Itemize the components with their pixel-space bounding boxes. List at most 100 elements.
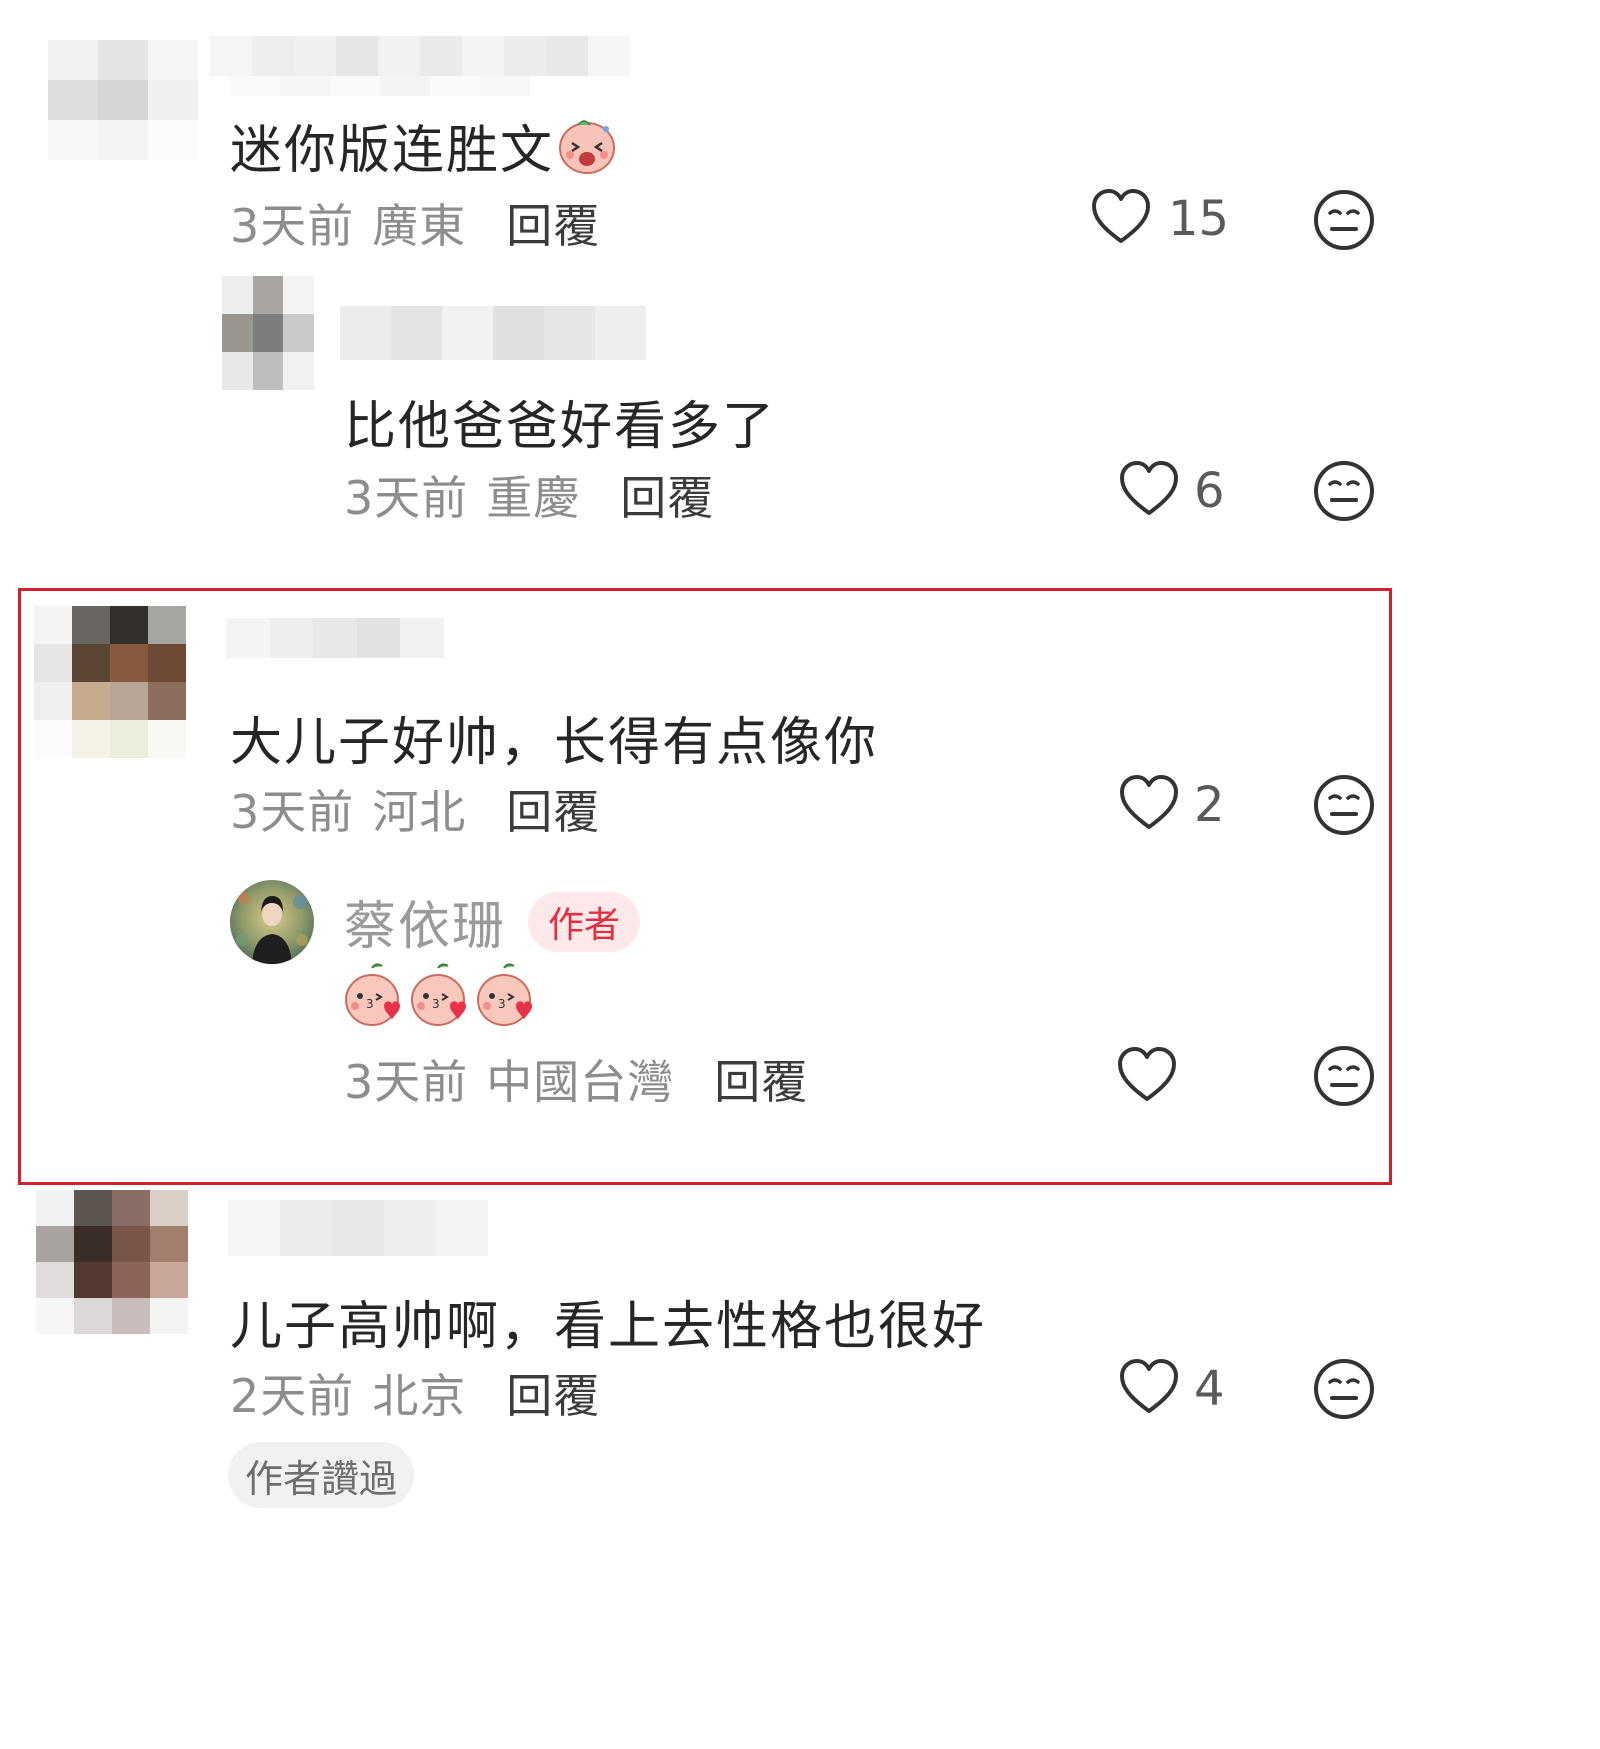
author-badge: 作者 <box>528 891 641 952</box>
sticker-kiss-icon: 3 <box>342 962 406 1028</box>
svg-text:3: 3 <box>366 997 374 1011</box>
comment-location: 北京 <box>372 1369 467 1423</box>
comment-time: 3天前 <box>344 471 469 525</box>
avatar-pixel <box>72 720 110 758</box>
reply-button[interactable]: 回覆 <box>714 1046 808 1112</box>
comment-meta: 3天前 中國台灣 回覆 <box>344 1046 808 1112</box>
comment-time: 3天前 <box>344 1055 469 1109</box>
svg-text:3: 3 <box>498 997 506 1011</box>
avatar[interactable] <box>34 606 186 758</box>
avatar-pixel <box>74 1262 112 1298</box>
dislike-button[interactable] <box>1312 1357 1376 1425</box>
avatar-pixel <box>112 1298 150 1334</box>
like-button[interactable]: 2 <box>1118 774 1225 836</box>
reply-stickers: 3 3 3 <box>342 962 538 1028</box>
avatar-pixel <box>36 1190 74 1226</box>
avatar-pixel <box>283 276 314 314</box>
dislike-button[interactable] <box>1312 773 1376 841</box>
avatar-pixel <box>150 1298 188 1334</box>
avatar-pixel <box>222 352 253 390</box>
avatar-pixel <box>222 276 253 314</box>
like-count: 4 <box>1194 1361 1225 1417</box>
avatar-pixel <box>110 720 148 758</box>
like-button[interactable]: 4 <box>1118 1358 1225 1420</box>
heart-outline-icon <box>1118 460 1180 522</box>
avatar-pixel <box>150 1262 188 1298</box>
avatar-pixel <box>34 720 72 758</box>
avatar-pixel <box>148 720 186 758</box>
author-avatar[interactable] <box>230 880 314 964</box>
svg-text:3: 3 <box>432 997 440 1011</box>
avatar-pixel <box>283 352 314 390</box>
avatar-pixel <box>150 1190 188 1226</box>
avatar-pixel <box>36 1226 74 1262</box>
heart-outline-icon <box>1118 1358 1180 1420</box>
dislike-button[interactable] <box>1312 459 1376 527</box>
comment-meta: 3天前 廣東 回覆 <box>230 190 600 256</box>
avatar-pixel <box>74 1190 112 1226</box>
avatar-pixel <box>112 1226 150 1262</box>
avatar-pixel <box>98 80 148 120</box>
username-blurred[interactable] <box>340 306 646 360</box>
comment-time: 3天前 <box>230 199 355 253</box>
heart-outline-icon <box>1090 188 1152 250</box>
reply-button[interactable]: 回覆 <box>506 190 600 256</box>
meh-face-icon <box>1312 190 1376 256</box>
comment-location: 河北 <box>372 785 467 839</box>
avatar-pixel <box>148 644 186 682</box>
avatar-pixel <box>148 120 198 160</box>
reply-button[interactable]: 回覆 <box>620 462 714 528</box>
username-blurred[interactable] <box>226 618 444 658</box>
comment-body: 迷你版连胜文 <box>230 108 618 183</box>
like-count: 2 <box>1194 777 1225 833</box>
avatar-pixel <box>252 314 284 352</box>
comment-text: 大儿子好帅，长得有点像你 <box>230 713 879 773</box>
avatar-pixel <box>222 314 253 352</box>
comment-text: 儿子高帅啊，看上去性格也很好 <box>230 1297 987 1357</box>
sticker-kiss-icon: 3 <box>474 962 538 1028</box>
avatar-pixel <box>72 644 110 682</box>
sticker-kiss-icon: 3 <box>408 962 472 1028</box>
reply-button[interactable]: 回覆 <box>506 776 600 842</box>
username-blurred[interactable] <box>210 36 630 76</box>
avatar-pixel <box>48 120 98 160</box>
avatar[interactable] <box>48 40 198 160</box>
heart-outline-icon <box>1118 774 1180 836</box>
avatar-pixel <box>110 606 148 644</box>
avatar-pixel <box>48 80 98 120</box>
avatar-pixel <box>148 80 198 120</box>
sticker-blushing-face-icon <box>556 115 618 177</box>
author-liked-chip: 作者讚過 <box>228 1442 414 1508</box>
comment-meta: 3天前 河北 回覆 <box>230 776 600 842</box>
username-blurred[interactable] <box>228 1200 488 1256</box>
like-button[interactable]: 6 <box>1118 460 1225 522</box>
like-count: 6 <box>1194 463 1225 519</box>
avatar[interactable] <box>222 276 314 390</box>
dislike-button[interactable] <box>1312 1044 1376 1112</box>
avatar-pixel <box>98 120 148 160</box>
comment-text: 比他爸爸好看多了 <box>344 397 777 457</box>
avatar-pixel <box>74 1226 112 1262</box>
comment-location: 中國台灣 <box>486 1055 675 1109</box>
avatar-pixel <box>74 1298 112 1334</box>
dislike-button[interactable] <box>1312 188 1376 256</box>
avatar-pixel <box>34 644 72 682</box>
avatar[interactable] <box>36 1190 188 1334</box>
author-name[interactable]: 蔡依珊 <box>344 884 506 959</box>
like-count: 15 <box>1168 191 1230 247</box>
avatar-pixel <box>252 276 284 314</box>
avatar-pixel <box>112 1190 150 1226</box>
like-button[interactable]: 15 <box>1090 188 1229 250</box>
avatar-pixel <box>112 1262 150 1298</box>
avatar-pixel <box>98 40 148 80</box>
avatar-pixel <box>252 352 284 390</box>
comment-meta: 2天前 北京 回覆 <box>230 1360 600 1426</box>
comment-meta: 3天前 重慶 回覆 <box>344 462 714 528</box>
comment-text: 迷你版连胜文 <box>230 121 555 181</box>
like-button[interactable] <box>1116 1046 1178 1108</box>
avatar-pixel <box>110 682 148 720</box>
avatar-pixel <box>48 40 98 80</box>
avatar-pixel <box>148 682 186 720</box>
meh-face-icon <box>1312 461 1376 527</box>
reply-button[interactable]: 回覆 <box>506 1360 600 1426</box>
